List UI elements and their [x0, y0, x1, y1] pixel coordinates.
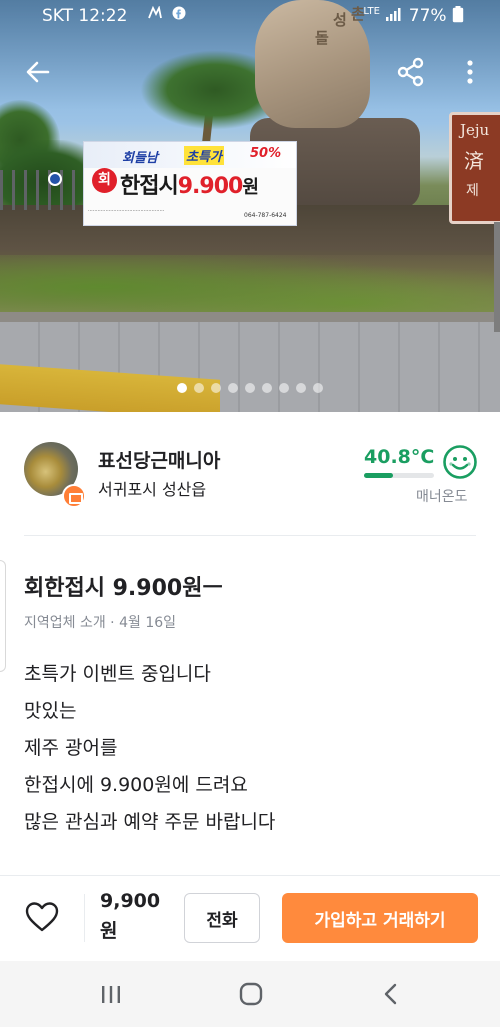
price-amount: 9,900: [100, 890, 161, 912]
manner-temp-label[interactable]: 매너온도: [416, 486, 468, 506]
status-bar: SKT 12:22 LTE 77%: [0, 0, 500, 34]
divider: [24, 535, 476, 536]
carousel-dot[interactable]: [279, 383, 289, 393]
carousel-dot[interactable]: [194, 383, 204, 393]
network-label: LTE: [363, 6, 380, 17]
share-button[interactable]: [393, 54, 429, 90]
battery-icon: [452, 6, 464, 23]
banner-main-word: 한접시: [120, 174, 179, 199]
recent-apps-icon: [102, 986, 120, 1003]
join-and-trade-button[interactable]: 가입하고 거래하기: [282, 893, 478, 943]
post-title: 회한접시 9.900원ㅡ: [24, 576, 223, 601]
jeju-sign-line1: Jeju: [460, 121, 490, 139]
banner-badge: 회: [92, 168, 117, 193]
share-icon: [397, 57, 424, 87]
action-divider: [84, 894, 85, 942]
status-right: LTE 77%: [363, 6, 464, 26]
status-carrier-time: SKT 12:22: [42, 6, 127, 26]
like-button[interactable]: [22, 897, 62, 937]
status-time: 12:22: [78, 6, 128, 26]
more-vertical-icon: [467, 60, 473, 84]
price-unit: 원: [100, 920, 118, 942]
jeju-sign: Jeju 済 제: [449, 112, 500, 224]
recent-apps-button[interactable]: [94, 977, 128, 1011]
seller-profile[interactable]: 표선당근매니아 서귀포시 성산읍 40.8°C 매너온도: [0, 412, 500, 532]
post-body-line: 제주 광어를: [24, 737, 118, 759]
home-icon: [239, 982, 263, 1006]
seller-location: 서귀포시 성산읍: [98, 480, 207, 499]
fence: [0, 170, 90, 210]
banner-unit: 원: [242, 177, 259, 198]
banner-text-b: 초특가: [184, 146, 224, 165]
post-body-line: 많은 관심과 예약 주문 바랍니다: [24, 811, 276, 833]
seller-nickname[interactable]: 표선당근매니아: [98, 446, 220, 473]
edge-panel-handle[interactable]: [0, 560, 6, 672]
post-body-line: 맛있는: [24, 700, 77, 722]
store-badge-icon: [62, 484, 86, 508]
road-sign: [48, 172, 62, 186]
status-notification-icons: [148, 5, 188, 24]
manner-temp-bar: [364, 473, 434, 478]
product-photo[interactable]: 성 돌 촌 Jeju 済 제 회들남 초특가 50% 회 한접시9.900원 ·…: [0, 0, 500, 412]
banner-phone: 064-787-6424: [244, 212, 287, 219]
manner-temperature: 40.8°C: [364, 446, 435, 468]
carousel-dot[interactable]: [177, 383, 187, 393]
manner-temp-fill: [364, 473, 393, 478]
post-meta: 지역업체 소개 · 4월 16일: [24, 615, 177, 631]
carousel-dot[interactable]: [296, 383, 306, 393]
banner-price: 9.900: [177, 174, 244, 199]
carousel-indicator: [0, 378, 500, 397]
jeju-sign-line3: 제: [466, 183, 479, 199]
promo-banner: 회들남 초특가 50% 회 한접시9.900원 ················…: [83, 141, 297, 226]
nav-back-icon: [384, 983, 397, 1005]
carousel-dot[interactable]: [245, 383, 255, 393]
banner-text-c: 50%: [250, 146, 282, 161]
sign-post: [494, 222, 500, 332]
carousel-dot[interactable]: [262, 383, 272, 393]
carousel-dot[interactable]: [313, 383, 323, 393]
carousel-dot[interactable]: [211, 383, 221, 393]
smile-face-icon: [443, 445, 477, 479]
notification-icon: [148, 5, 186, 20]
post-body-line: 한접시에 9.900원에 드려요: [24, 774, 248, 796]
banner-text-a: 회들남: [122, 151, 158, 166]
call-button[interactable]: 전화: [184, 893, 260, 943]
post-body-line: 초특가 이벤트 중입니다: [24, 663, 211, 685]
bottom-action-bar: 9,900 원 전화 가입하고 거래하기: [0, 875, 500, 961]
battery-percent: 77%: [408, 6, 447, 26]
status-carrier: SKT: [42, 6, 74, 26]
back-arrow-icon: [26, 61, 50, 83]
jeju-sign-line2: 済: [464, 149, 484, 173]
signal-icon: [386, 8, 401, 21]
carousel-dot[interactable]: [228, 383, 238, 393]
more-button[interactable]: [452, 54, 488, 90]
banner-main-text: 한접시9.900원: [120, 168, 259, 200]
heart-icon: [25, 902, 59, 932]
banner-fine-print: ········································…: [88, 208, 165, 214]
nav-back-button[interactable]: [374, 977, 408, 1011]
back-button[interactable]: [20, 54, 56, 90]
home-button[interactable]: [234, 977, 268, 1011]
post-body: 초특가 이벤트 중입니다 맛있는 제주 광어를 한접시에 9.900원에 드려요…: [24, 656, 476, 841]
system-nav-bar: [0, 961, 500, 1027]
price: 9,900 원: [100, 886, 170, 946]
